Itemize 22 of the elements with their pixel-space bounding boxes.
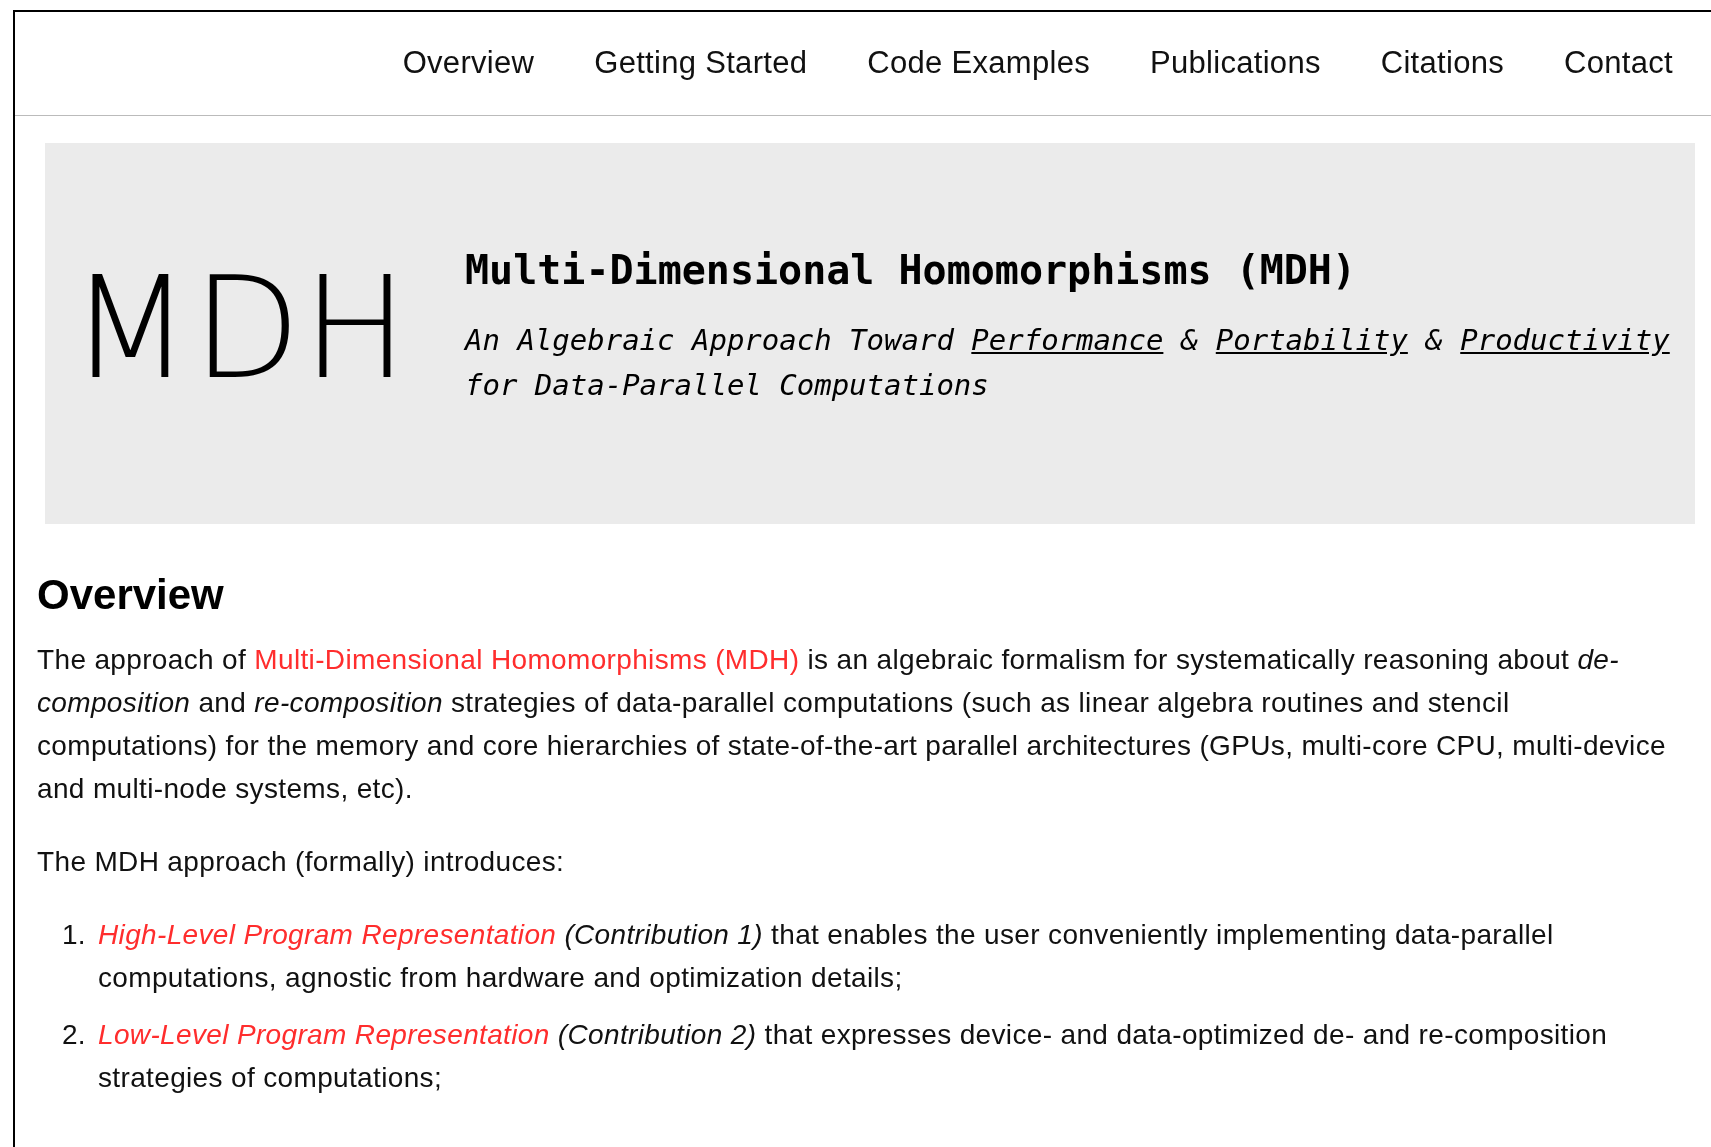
subtitle-link[interactable]: Productivity xyxy=(1460,322,1670,357)
list-number: 2. xyxy=(60,1018,87,1052)
list-number: 1. xyxy=(60,918,87,952)
list-item-text: High-Level Program Representation (Contribution 1) that enables the user conveniently implementing data-parallel computations, agnostic from hardware and optimization details; xyxy=(98,918,1555,995)
nav-link[interactable]: Publications xyxy=(1150,40,1321,87)
section-heading: Overview xyxy=(37,574,225,616)
nav-link[interactable]: Overview xyxy=(402,40,535,87)
banner-title: Multi-Dimensional Homomorphisms (MDH) xyxy=(465,245,1358,295)
subtitle-link[interactable]: Portability xyxy=(1215,322,1408,357)
list-item-text: Low-Level Program Representation (Contribution 2) that expresses device- and data-optimized de- and re-composition strategies of computations; xyxy=(98,1018,1609,1095)
banner-subtitle: An Algebraic Approach Toward Performance & Portability & Productivity for Data-Parallel Computations xyxy=(465,321,1671,404)
logo: MDH xyxy=(70,258,411,399)
mdh-link[interactable]: Multi-Dimensional Homomorphisms (MDH) xyxy=(254,644,800,675)
subtitle-link[interactable]: Performance xyxy=(971,322,1164,357)
contribution-link[interactable]: High-Level Program Representation xyxy=(98,919,557,950)
nav-link[interactable]: Contact xyxy=(1564,40,1673,87)
nav-link[interactable]: Getting Started xyxy=(594,40,808,87)
lead-text: The MDH approach (formally) introduces: xyxy=(37,845,566,879)
contribution-link[interactable]: Low-Level Program Representation xyxy=(98,1019,550,1050)
intro-paragraph: The approach of Multi-Dimensional Homomorphisms (MDH) is an algebraic formalism for systematically reasoning about de-composition and re-composition strategies of data-parallel computations (such as linear algebra routines and stencil computations) for the memory and core hierarchies of state-of-the-art parallel architectures (GPUs, multi-core CPU, multi-device and multi-node systems, etc). xyxy=(37,643,1667,806)
nav-link[interactable]: Citations xyxy=(1380,40,1505,87)
nav-link[interactable]: Code Examples xyxy=(867,40,1090,87)
